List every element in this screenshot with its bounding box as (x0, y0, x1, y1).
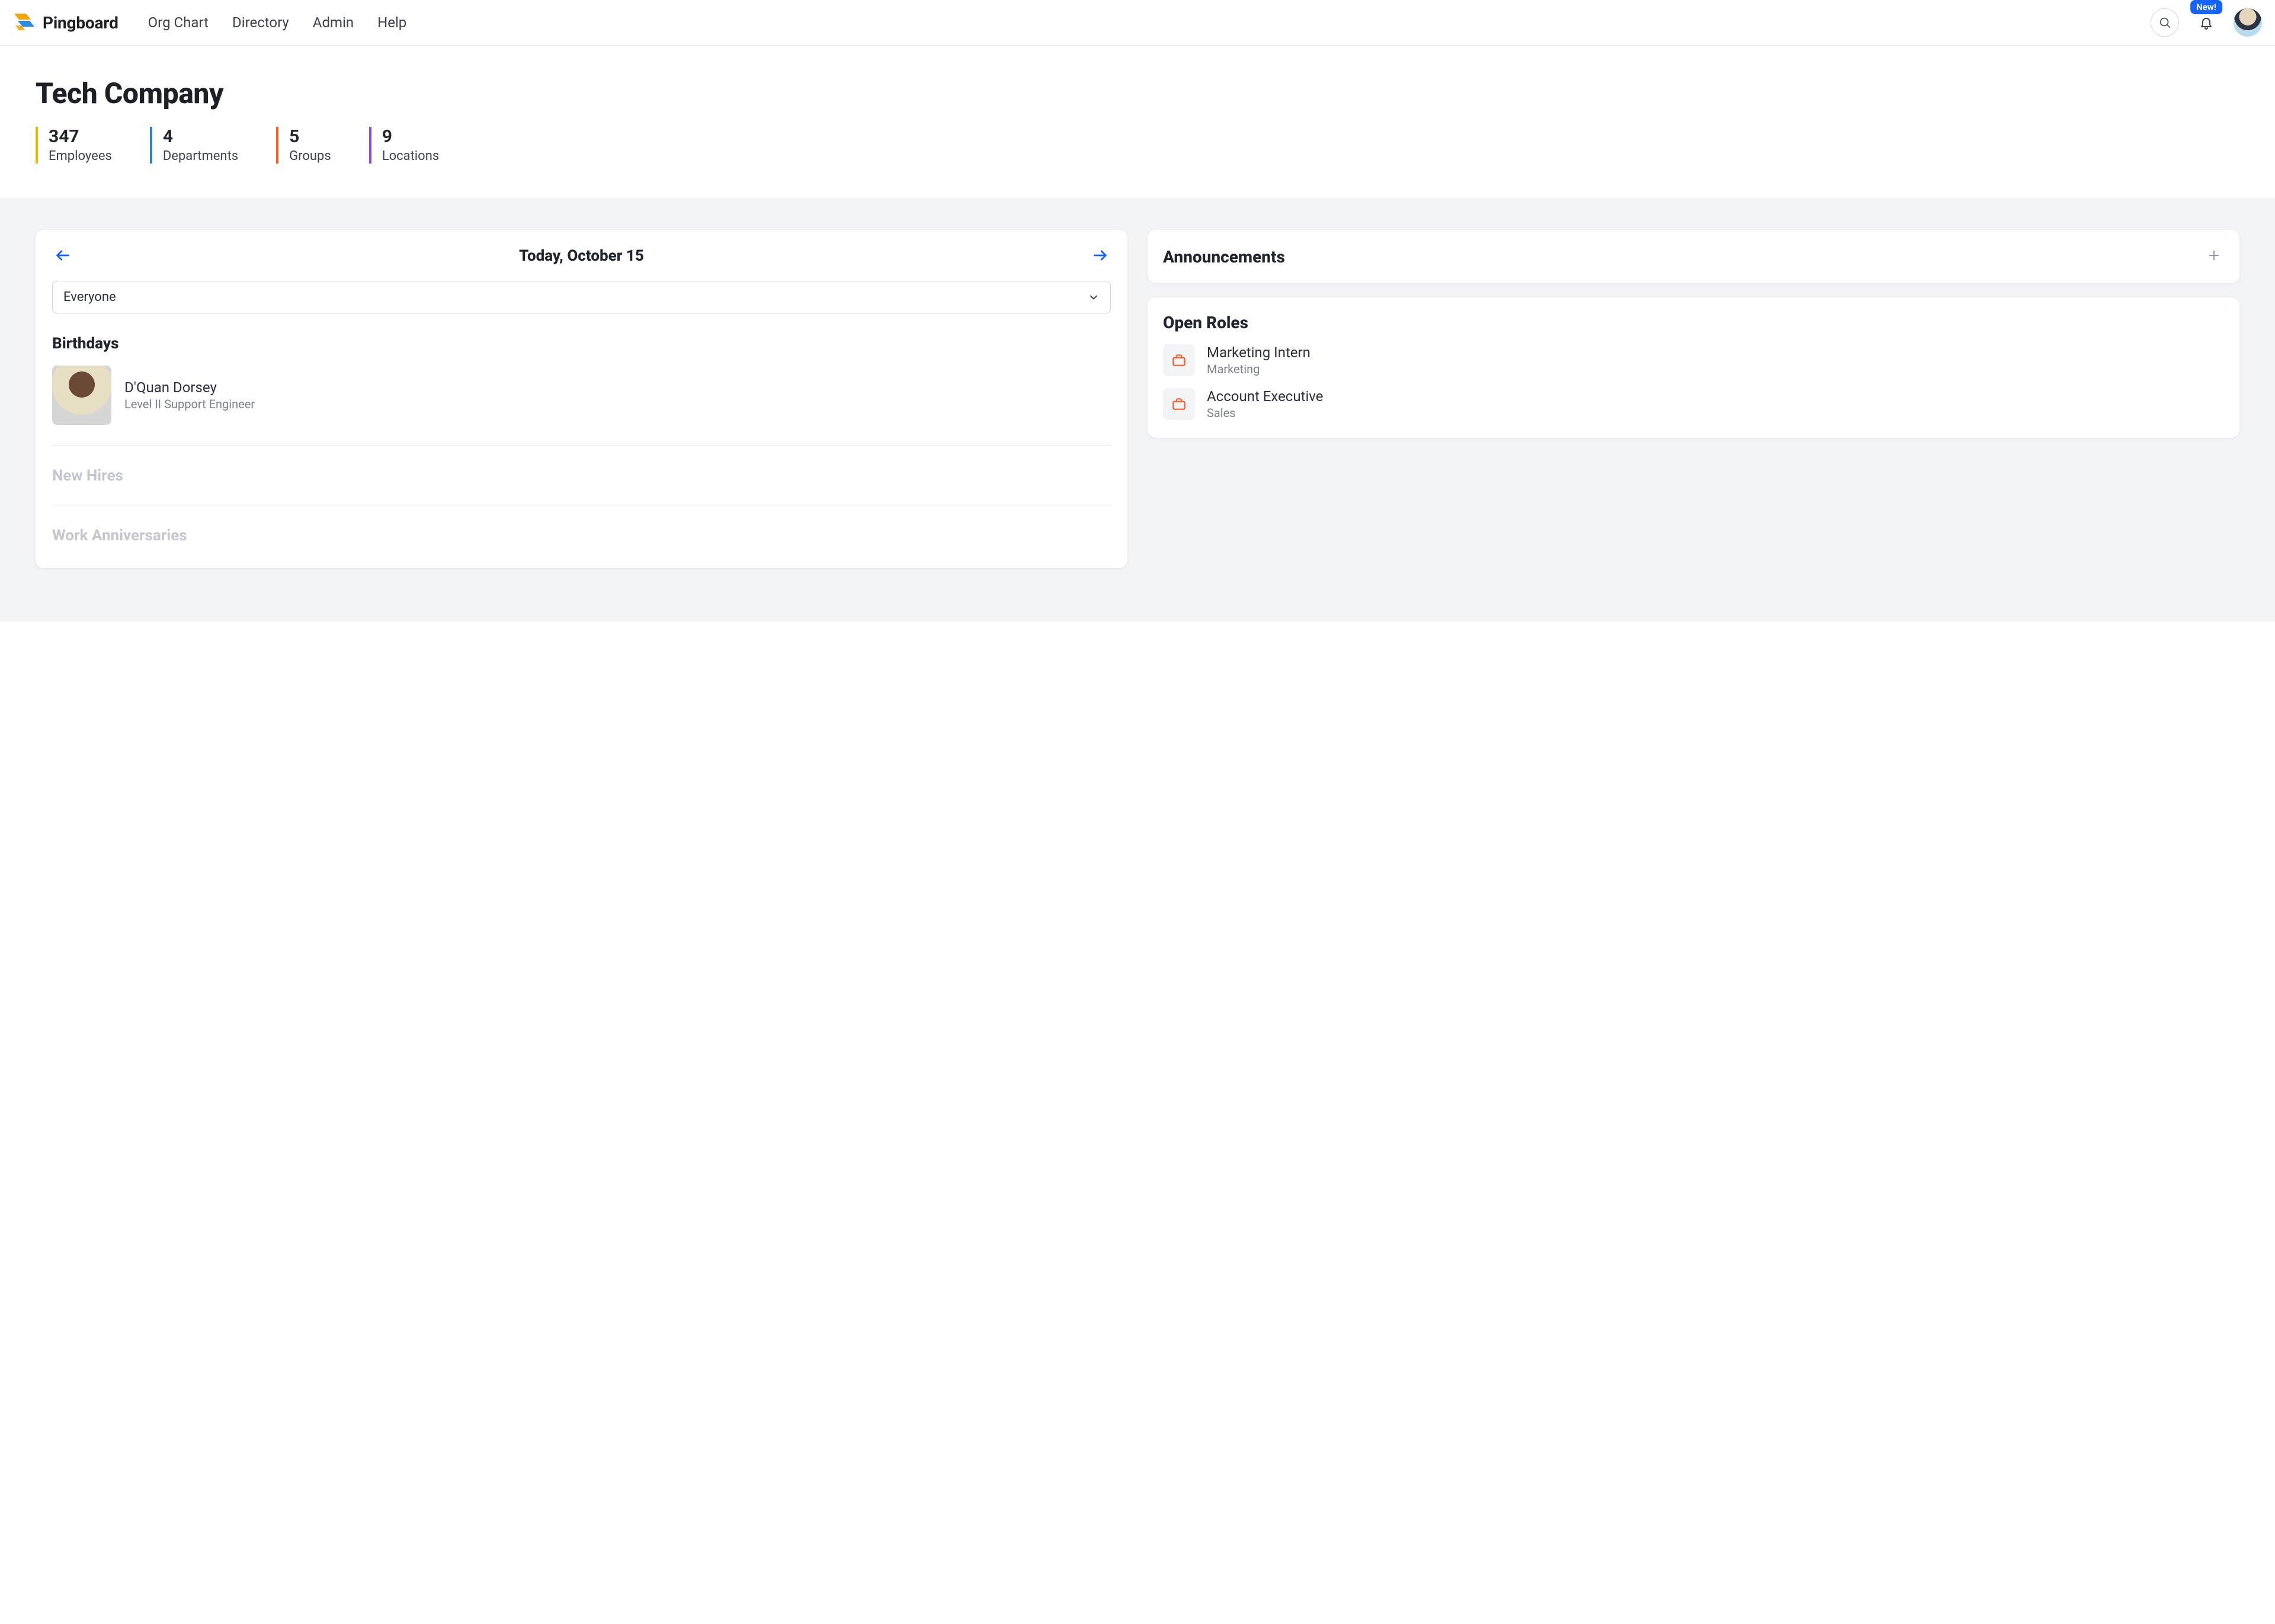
company-stats: 347 Employees 4 Departments 5 Groups 9 L… (36, 127, 2239, 164)
prev-day-button[interactable] (52, 245, 73, 267)
search-button[interactable] (2151, 8, 2179, 37)
next-day-button[interactable] (1090, 245, 1111, 267)
anniversaries-heading[interactable]: Work Anniversaries (52, 527, 1111, 544)
nav-link-orgchart[interactable]: Org Chart (148, 14, 209, 31)
today-card-header: Today, October 15 (52, 245, 1111, 267)
open-roles-card: Open Roles Marketing Intern Marketing Ac… (1148, 297, 2239, 438)
new-badge: New! (2190, 0, 2222, 14)
nav-link-directory[interactable]: Directory (232, 14, 289, 31)
briefcase-icon (1163, 344, 1195, 376)
stat-value: 4 (163, 127, 238, 146)
plus-icon (2207, 249, 2220, 262)
stat-departments[interactable]: 4 Departments (150, 127, 238, 164)
user-avatar[interactable] (2234, 8, 2262, 37)
role-department: Marketing (1207, 362, 1310, 376)
stat-label: Departments (163, 149, 238, 164)
brand-name: Pingboard (43, 13, 118, 33)
today-card: Today, October 15 Everyone Birthdays D'Q… (36, 230, 1127, 568)
bell-icon (2199, 15, 2213, 30)
briefcase-icon (1163, 388, 1195, 420)
new-hires-heading[interactable]: New Hires (52, 467, 1111, 485)
stat-value: 347 (49, 127, 112, 146)
divider (52, 445, 1111, 446)
company-title: Tech Company (36, 76, 2239, 110)
birthday-person[interactable]: D'Quan Dorsey Level II Support Engineer (52, 366, 1111, 425)
birthdays-heading: Birthdays (52, 335, 1111, 353)
stat-label: Employees (49, 149, 112, 164)
search-icon (2158, 16, 2171, 29)
scope-select-value: Everyone (63, 290, 116, 305)
person-role: Level II Support Engineer (124, 397, 255, 411)
role-title: Marketing Intern (1207, 344, 1310, 361)
role-title: Account Executive (1207, 388, 1323, 405)
top-nav: Pingboard Org Chart Directory Admin Help… (0, 0, 2275, 46)
person-photo (52, 366, 111, 425)
stat-value: 5 (289, 127, 331, 146)
topnav-actions: New! (2151, 8, 2258, 37)
today-date: Today, October 15 (519, 247, 644, 265)
person-name: D'Quan Dorsey (124, 379, 255, 396)
open-role[interactable]: Marketing Intern Marketing (1163, 344, 2224, 376)
stat-groups[interactable]: 5 Groups (276, 127, 331, 164)
arrow-right-icon (1092, 247, 1108, 264)
stat-value: 9 (382, 127, 439, 146)
arrow-left-icon (55, 247, 71, 264)
stat-label: Groups (289, 149, 331, 164)
chevron-down-icon (1088, 292, 1100, 303)
nav-links: Org Chart Directory Admin Help (148, 14, 407, 31)
stat-employees[interactable]: 347 Employees (36, 127, 112, 164)
scope-select[interactable]: Everyone (52, 281, 1111, 313)
nav-link-admin[interactable]: Admin (313, 14, 354, 31)
brand-logo-icon (14, 14, 36, 31)
announcements-title: Announcements (1163, 247, 1285, 267)
add-announcement-button[interactable] (2204, 246, 2224, 267)
notifications: New! (2192, 8, 2220, 37)
announcements-card: Announcements (1148, 230, 2239, 283)
stat-label: Locations (382, 149, 439, 164)
company-header: Tech Company 347 Employees 4 Departments… (0, 46, 2275, 198)
role-department: Sales (1207, 406, 1323, 420)
dashboard-main: Today, October 15 Everyone Birthdays D'Q… (0, 198, 2275, 622)
right-column: Announcements Open Roles Marketing Inter… (1148, 230, 2239, 438)
brand[interactable]: Pingboard (14, 13, 118, 33)
open-role[interactable]: Account Executive Sales (1163, 388, 2224, 420)
nav-link-help[interactable]: Help (377, 14, 406, 31)
open-roles-title: Open Roles (1163, 313, 2224, 332)
stat-locations[interactable]: 9 Locations (369, 127, 439, 164)
